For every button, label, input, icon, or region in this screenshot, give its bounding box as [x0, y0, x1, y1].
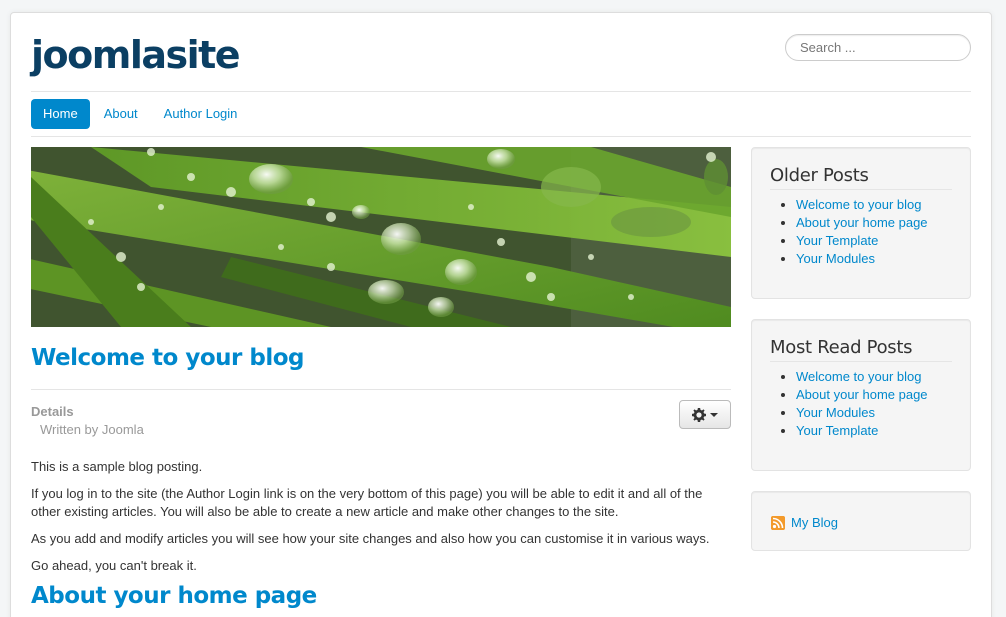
rss-feed-icon	[771, 516, 785, 530]
most-read-list: Welcome to your blog About your home pag…	[796, 368, 970, 440]
chevron-down-icon	[710, 412, 718, 417]
main-nav: Home About Author Login	[31, 99, 251, 129]
details-label: Details	[31, 404, 74, 419]
older-post-link[interactable]: About your home page	[796, 215, 928, 230]
article-author: Written by Joomla	[40, 422, 144, 437]
older-post-link[interactable]: Welcome to your blog	[796, 197, 922, 212]
most-read-link[interactable]: About your home page	[796, 387, 928, 402]
older-posts-module: Older Posts Welcome to your blog About y…	[751, 147, 971, 299]
older-post-link[interactable]: Your Modules	[796, 251, 875, 266]
banner-image	[31, 147, 731, 327]
list-item: Your Modules	[796, 404, 970, 422]
site-brand[interactable]: joomlasite	[31, 33, 241, 77]
list-item: Welcome to your blog	[796, 196, 970, 214]
page-container: joomlasite Home About Author Login	[10, 12, 992, 617]
nav-item-author-login[interactable]: Author Login	[152, 99, 250, 129]
list-item: About your home page	[796, 386, 970, 404]
search-input[interactable]	[785, 34, 971, 61]
feed-link[interactable]: My Blog	[791, 515, 838, 530]
nav-divider	[31, 136, 971, 137]
article-paragraph: This is a sample blog posting.	[31, 459, 203, 474]
most-read-link[interactable]: Welcome to your blog	[796, 369, 922, 384]
article-paragraph: Go ahead, you can't break it.	[31, 558, 197, 573]
list-item: About your home page	[796, 214, 970, 232]
article-title[interactable]: Welcome to your blog	[31, 345, 304, 371]
list-item: Your Modules	[796, 250, 970, 268]
most-read-module: Most Read Posts Welcome to your blog Abo…	[751, 319, 971, 471]
older-post-link[interactable]: Your Template	[796, 233, 878, 248]
nav-item-about[interactable]: About	[92, 99, 150, 129]
header-divider	[31, 91, 971, 92]
feed-link-row: My Blog	[771, 514, 970, 530]
most-read-link[interactable]: Your Modules	[796, 405, 875, 420]
feed-module: My Blog	[751, 491, 971, 551]
nav-item-home[interactable]: Home	[31, 99, 90, 129]
most-read-link[interactable]: Your Template	[796, 423, 878, 438]
list-item: Your Template	[796, 232, 970, 250]
list-item: Your Template	[796, 422, 970, 440]
article-paragraph: If you log in to the site (the Author Lo…	[31, 486, 703, 519]
article-body: This is a sample blog posting. If you lo…	[31, 458, 731, 584]
list-item: Welcome to your blog	[796, 368, 970, 386]
gear-icon	[692, 407, 706, 422]
older-posts-list: Welcome to your blog About your home pag…	[796, 196, 970, 268]
article-actions-button[interactable]	[679, 400, 731, 429]
most-read-title: Most Read Posts	[770, 320, 952, 362]
next-article-title[interactable]: About your home page	[31, 583, 317, 609]
article-divider	[31, 389, 731, 390]
older-posts-title: Older Posts	[770, 148, 952, 190]
article-paragraph: As you add and modify articles you will …	[31, 531, 710, 546]
